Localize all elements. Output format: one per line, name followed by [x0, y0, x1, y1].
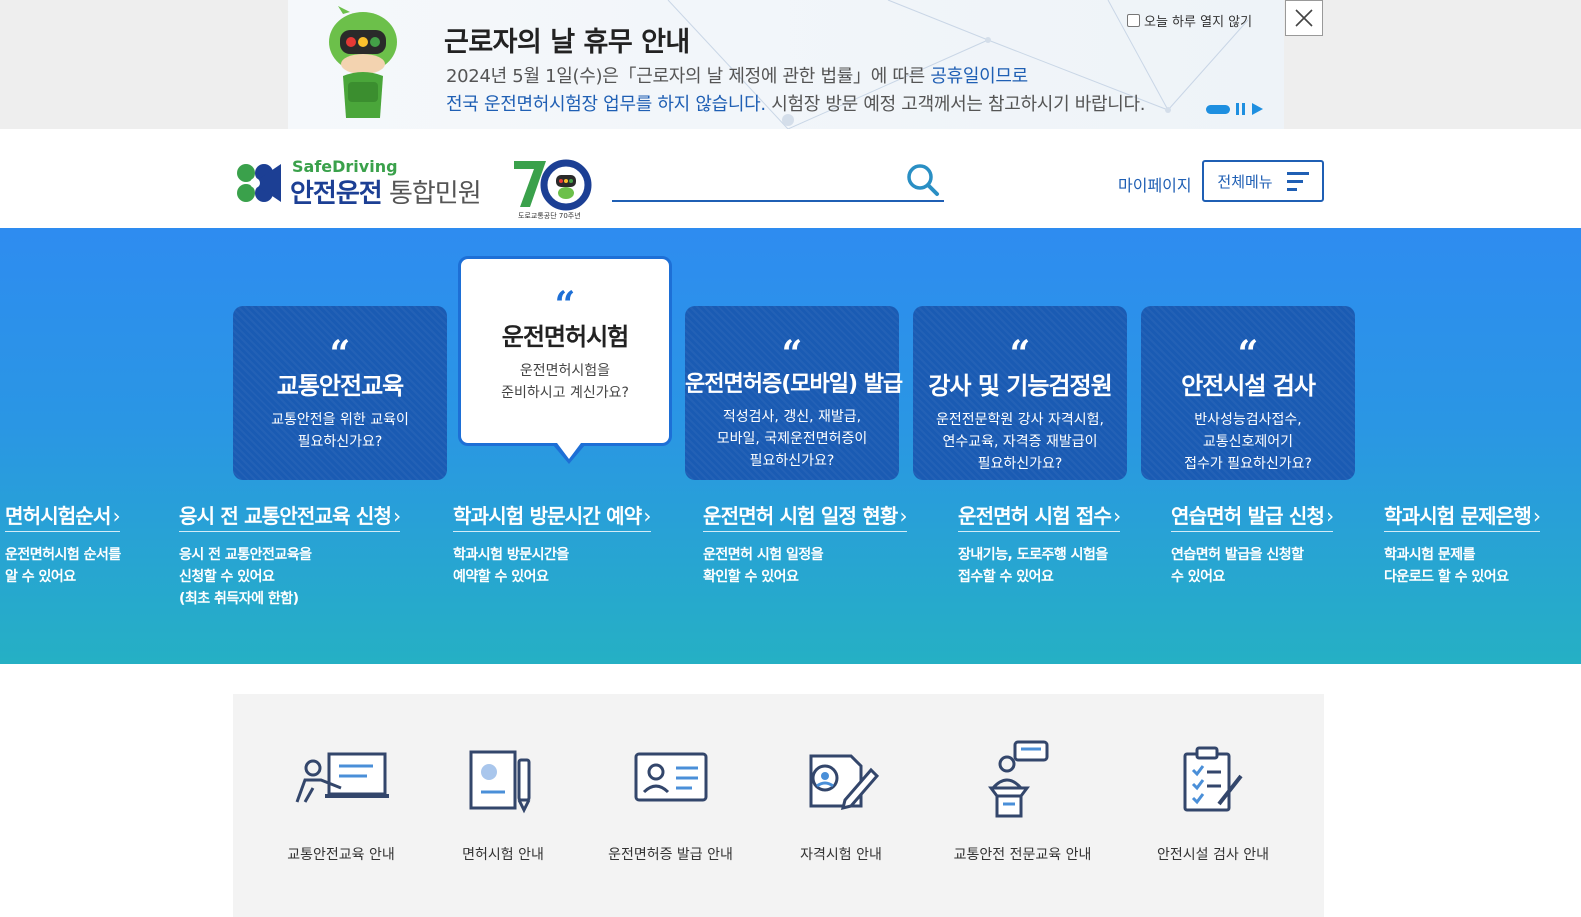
dont-show-today-checkbox[interactable]: 오늘 하루 열지 않기 — [1127, 11, 1252, 30]
checklist-icon — [1183, 746, 1243, 812]
guide-label: 자격시험 안내 — [800, 847, 882, 863]
clover-logo-icon[interactable] — [233, 162, 283, 204]
lecture-icon — [295, 752, 389, 803]
quote-icon: “ — [1237, 333, 1259, 375]
mascot-illustration — [329, 6, 397, 118]
all-menu-label: 전체메뉴 — [1217, 172, 1273, 191]
quick-link-desc: 응시 전 교통안전교육을 신청할 수 있어요 (최초 취득자에 한함) — [179, 547, 312, 607]
checkbox-box[interactable] — [1127, 14, 1140, 27]
chevron-right-icon: › — [1532, 504, 1541, 528]
quick-link-learner-permit[interactable]: 연습면허 발급 신청 › 연습면허 발급을 신청할 수 있어요 — [1171, 500, 1334, 588]
mypage-link[interactable]: 마이페이지 — [1118, 172, 1192, 196]
quick-link-desc: 연습면허 발급을 신청할 수 있어요 — [1171, 547, 1304, 585]
certificate-search-icon — [809, 754, 880, 811]
guide-certification-exam[interactable]: 자격시험 안내 — [771, 694, 911, 917]
close-icon — [1295, 9, 1313, 27]
all-menu-button[interactable]: 전체메뉴 — [1202, 160, 1324, 202]
quote-icon: “ — [329, 333, 351, 375]
chevron-right-icon: › — [899, 504, 908, 528]
chevron-right-icon: › — [643, 504, 651, 528]
guide-label: 교통안전교육 안내 — [287, 847, 395, 863]
quick-link-title[interactable]: 운전면허 시험 접수 — [958, 504, 1112, 528]
card-description: 운전전문학원 강사 자격시험, 연수교육, 자격증 재발급이 필요하신가요? — [936, 412, 1104, 472]
play-icon[interactable] — [1252, 103, 1263, 115]
guide-traffic-education[interactable]: 교통안전교육 안내 — [271, 694, 411, 917]
quick-link-desc: 운전면허시험 순서를 알 수 있어요 — [5, 547, 121, 585]
quick-link-title[interactable]: 연습면허 발급 신청 — [1171, 504, 1325, 528]
notice-banner: 근로자의 날 휴무 안내 2024년 5월 1일(수)은「근로자의 날 제정에 … — [0, 0, 1581, 129]
quote-icon: “ — [1009, 333, 1031, 375]
quick-link-title[interactable]: 학과시험 문제은행 — [1384, 504, 1532, 528]
guide-label: 면허시험 안내 — [462, 847, 544, 863]
anniversary-caption: 도로교통공단 70주년 — [518, 212, 581, 220]
card-title: 강사 및 기능검정원 — [928, 372, 1112, 400]
pause-icon[interactable] — [1236, 103, 1246, 115]
quick-link-title[interactable]: 응시 전 교통안전교육 신청 — [179, 504, 392, 528]
checkbox-label: 오늘 하루 열지 않기 — [1144, 15, 1253, 30]
guide-professional-education[interactable]: 교통안전 전문교육 안내 — [935, 694, 1110, 917]
quick-link-exam-application[interactable]: 운전면허 시험 접수 › 장내기능, 도로주행 시험을 접수할 수 있어요 — [958, 500, 1121, 588]
quick-link-desc: 장내기능, 도로주행 시험을 접수할 수 있어요 — [958, 547, 1108, 585]
banner-title: 근로자의 날 휴무 안내 — [444, 27, 690, 58]
guide-section: 교통안전교육 안내 면허시험 안내 운전면허증 발급 안내 자격시험 안내 교통… — [233, 694, 1324, 917]
category-card-license-exam[interactable]: “ 운전면허시험 운전면허시험을 준비하시고 계신가요? — [458, 256, 672, 464]
guide-label: 운전면허증 발급 안내 — [608, 847, 733, 863]
id-card-icon — [634, 752, 708, 802]
banner-text-line1: 2024년 5월 1일(수)은「근로자의 날 제정에 관한 법률」에 따른 공휴… — [446, 66, 1028, 87]
quick-link-exam-order[interactable]: 면허시험순서 › 운전면허시험 순서를 알 수 있어요 — [5, 500, 121, 588]
chevron-right-icon: › — [393, 504, 401, 528]
card-title: 운전면허시험 — [501, 323, 629, 351]
card-title: 안전시설 검사 — [1181, 372, 1316, 400]
70th-anniversary-emblem — [514, 159, 592, 211]
slide-indicator[interactable] — [1206, 104, 1230, 114]
exam-document-icon — [469, 750, 531, 814]
podium-speaker-icon — [988, 740, 1049, 818]
quick-link-desc: 운전면허 시험 일정을 확인할 수 있어요 — [703, 547, 824, 585]
site-logo-title[interactable]: 안전운전 통합민원 — [290, 173, 482, 210]
quick-link-desc: 학과시험 방문시간을 예약할 수 있어요 — [453, 547, 569, 585]
category-card-instructor[interactable]: “ 강사 및 기능검정원 운전전문학원 강사 자격시험, 연수교육, 자격증 재발… — [913, 306, 1127, 480]
quick-link-exam-schedule[interactable]: 운전면허 시험 일정 현황 › 운전면허 시험 일정을 확인할 수 있어요 — [703, 500, 908, 588]
quick-link-pre-education[interactable]: 응시 전 교통안전교육 신청 › 응시 전 교통안전교육을 신청할 수 있어요 (최초… — [179, 500, 401, 610]
banner-text-line2: 전국 운전면허시험장 업무를 하지 않습니다. 시험장 방문 예정 고객께서는 … — [446, 94, 1146, 115]
hamburger-icon — [1286, 171, 1309, 191]
chevron-right-icon: › — [1326, 504, 1334, 528]
quick-link-title[interactable]: 면허시험순서 — [5, 504, 111, 528]
card-description: 적성검사, 갱신, 재발급, 모바일, 국제운전면허증이 필요하신가요? — [716, 409, 868, 469]
category-card-safety-facility[interactable]: “ 안전시설 검사 반사성능검사접수, 교통신호제어기 접수가 필요하신가요? — [1141, 306, 1355, 480]
banner-close-button[interactable] — [1285, 0, 1323, 36]
card-title: 운전면허증(모바일) 발급 — [685, 372, 903, 397]
search-icon[interactable] — [906, 163, 940, 197]
quick-link-question-bank[interactable]: 학과시험 문제은행 › 학과시험 문제를 다운로드 할 수 있어요 — [1384, 500, 1541, 588]
guide-label: 안전시설 검사 안내 — [1157, 847, 1269, 863]
category-card-traffic-education[interactable]: “ 교통안전교육 교통안전을 위한 교육이 필요하신가요? — [233, 306, 447, 480]
hero-section: “ 교통안전교육 교통안전을 위한 교육이 필요하신가요? “ 운전면허시험 운전… — [0, 228, 1581, 664]
search-input[interactable] — [612, 160, 944, 202]
quick-link-title[interactable]: 운전면허 시험 일정 현황 — [703, 504, 898, 528]
quick-link-desc: 학과시험 문제를 다운로드 할 수 있어요 — [1384, 547, 1509, 585]
guide-license-exam[interactable]: 면허시험 안내 — [433, 694, 573, 917]
card-description: 교통안전을 위한 교육이 필요하신가요? — [271, 412, 409, 450]
banner-slider-controls — [1206, 103, 1263, 115]
quick-link-title[interactable]: 학과시험 방문시간 예약 — [453, 504, 642, 528]
card-description: 운전면허시험을 준비하시고 계신가요? — [501, 363, 629, 401]
quote-icon: “ — [781, 333, 803, 375]
card-title: 교통안전교육 — [276, 372, 404, 400]
guide-safety-facility[interactable]: 안전시설 검사 안내 — [1143, 694, 1283, 917]
chevron-right-icon: › — [112, 504, 121, 528]
guide-license-issue[interactable]: 운전면허증 발급 안내 — [598, 694, 743, 917]
chevron-right-icon: › — [1113, 504, 1121, 528]
category-card-license-issue[interactable]: “ 운전면허증(모바일) 발급 적성검사, 갱신, 재발급, 모바일, 국제운전면… — [685, 306, 903, 480]
card-description: 반사성능검사접수, 교통신호제어기 접수가 필요하신가요? — [1184, 412, 1312, 472]
quick-link-visit-reservation[interactable]: 학과시험 방문시간 예약 › 학과시험 방문시간을 예약할 수 있어요 — [453, 500, 651, 588]
guide-label: 교통안전 전문교육 안내 — [953, 847, 1092, 863]
card-pointer-fill — [557, 443, 581, 459]
quote-icon: “ — [554, 284, 576, 326]
